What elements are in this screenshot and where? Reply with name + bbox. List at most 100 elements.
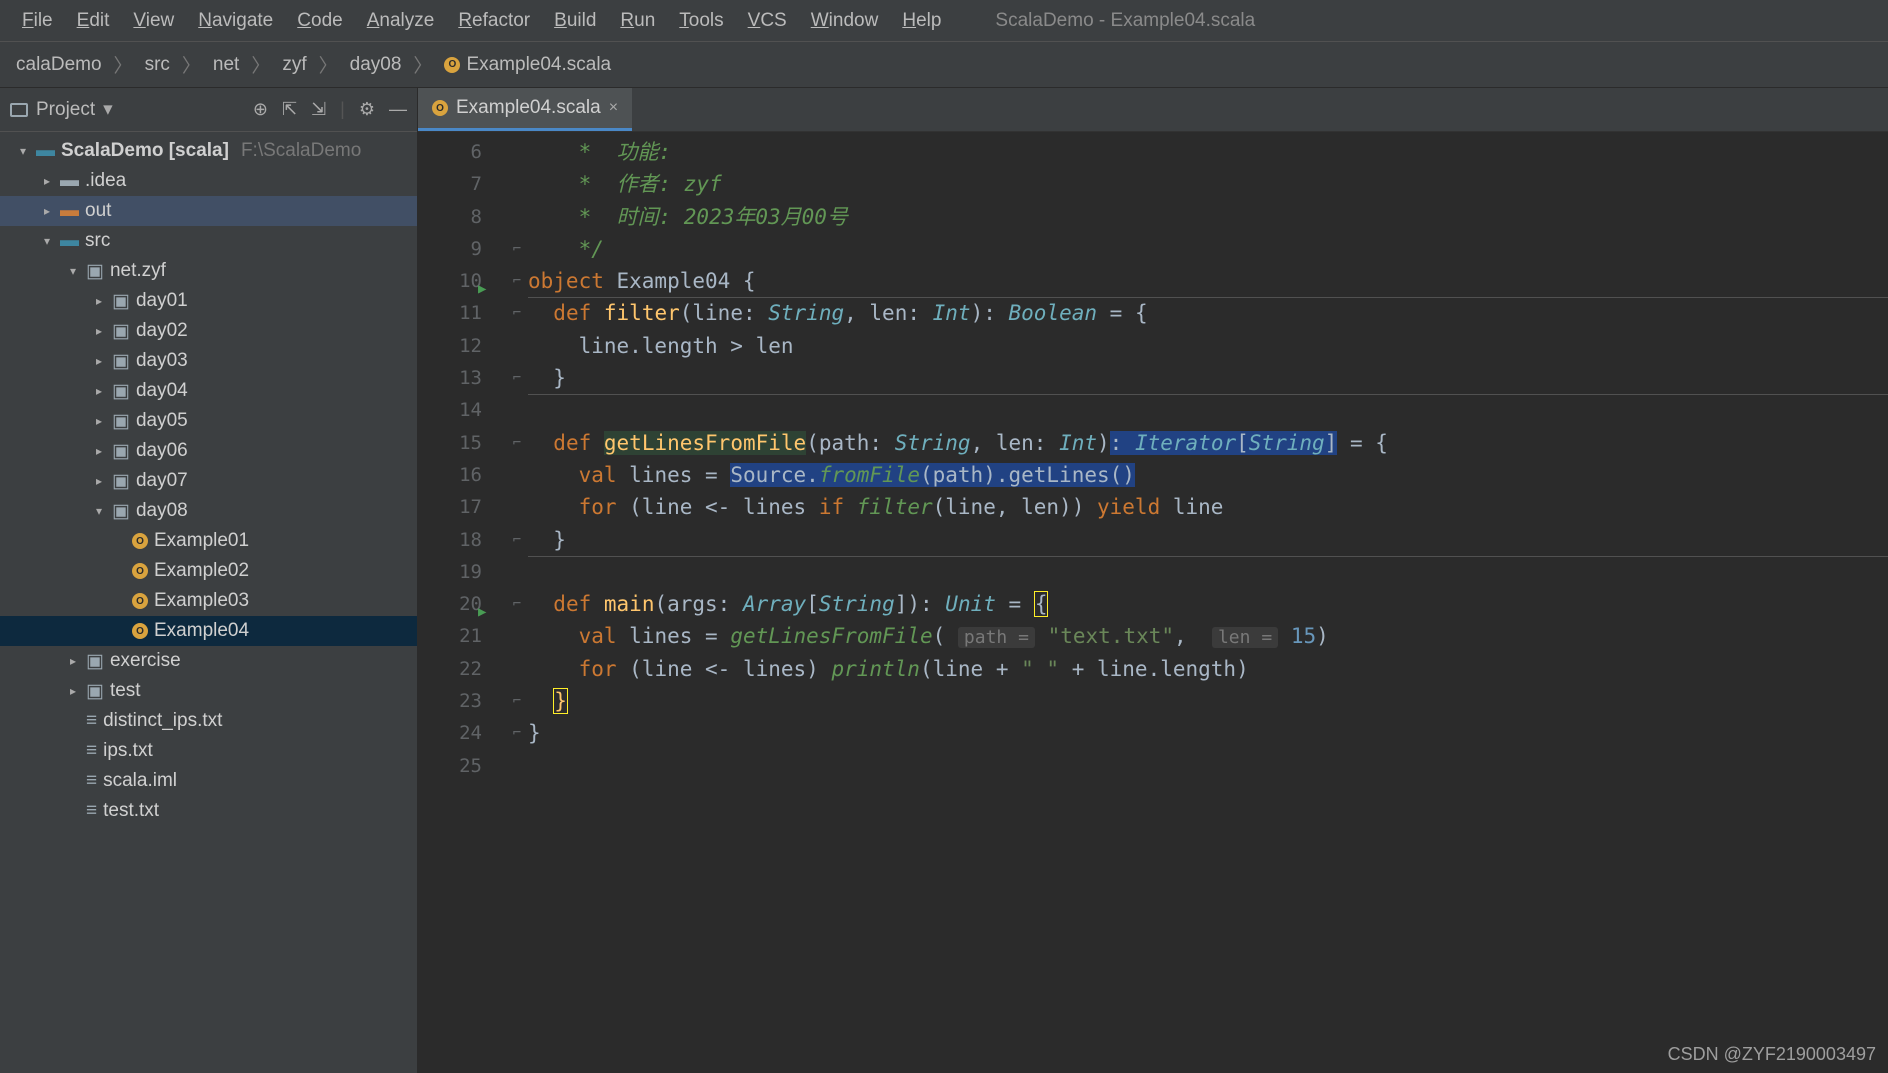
expand-all-icon[interactable]: ⇱	[282, 99, 297, 120]
chevron-right-icon[interactable]: ▸	[66, 684, 80, 698]
chevron-right-icon[interactable]: ▸	[40, 174, 54, 188]
package-icon: ▣	[112, 440, 130, 463]
menu-code[interactable]: Code	[287, 6, 352, 36]
crumb-day08[interactable]: day08	[344, 52, 408, 78]
tree-example04[interactable]: OExample04	[0, 616, 417, 646]
editor-tab[interactable]: O Example04.scala ×	[418, 88, 632, 131]
menu-vcs[interactable]: VCS	[738, 6, 797, 36]
fold-column[interactable]: ⌐⌐⌐⌐⌐⌐⌐⌐⌐	[508, 136, 526, 782]
tree-day02[interactable]: ▸▣day02	[0, 316, 417, 346]
chevron-right-icon[interactable]: ▸	[92, 384, 106, 398]
crumb-project[interactable]: calaDemo	[10, 52, 108, 78]
chevron-down-icon[interactable]: ▾	[66, 264, 80, 278]
tree-day05[interactable]: ▸▣day05	[0, 406, 417, 436]
menu-analyze[interactable]: Analyze	[357, 6, 445, 36]
code-line[interactable]: }	[528, 685, 1888, 717]
menu-view[interactable]: View	[123, 6, 184, 36]
chevron-right-icon[interactable]: ▸	[92, 324, 106, 338]
tree-day07[interactable]: ▸▣day07	[0, 466, 417, 496]
menu-refactor[interactable]: Refactor	[448, 6, 540, 36]
tree-pkg[interactable]: ▾ ▣ net.zyf	[0, 256, 417, 286]
chevron-right-icon[interactable]: ▸	[92, 444, 106, 458]
code-line[interactable]	[528, 556, 1888, 588]
tree-day01[interactable]: ▸▣day01	[0, 286, 417, 316]
module-icon: ▬	[36, 140, 55, 162]
menu-window[interactable]: Window	[801, 6, 889, 36]
code-line[interactable]	[528, 750, 1888, 782]
menu-help[interactable]: Help	[892, 6, 951, 36]
tree-example01[interactable]: OExample01	[0, 526, 417, 556]
menu-file[interactable]: File	[12, 6, 63, 36]
code-line[interactable]: */	[528, 233, 1888, 265]
sidebar-title[interactable]: Project	[36, 99, 95, 121]
crumb-net[interactable]: net	[207, 52, 245, 78]
menu-tools[interactable]: Tools	[669, 6, 733, 36]
watermark: CSDN @ZYF2190003497	[1668, 1044, 1876, 1065]
tree-example03[interactable]: OExample03	[0, 586, 417, 616]
chevron-right-icon[interactable]: ▸	[66, 654, 80, 668]
menu-navigate[interactable]: Navigate	[188, 6, 283, 36]
chevron-right-icon[interactable]: ▸	[40, 204, 54, 218]
chevron-down-icon[interactable]: ▾	[16, 144, 30, 158]
select-opened-file-icon[interactable]: ⊕	[253, 99, 268, 120]
code-line[interactable]: }	[528, 362, 1888, 394]
project-tree[interactable]: ▾ ▬ ScalaDemo [scala] F:\ScalaDemo ▸ ▬ .…	[0, 132, 417, 1073]
crumb-file[interactable]: OExample04.scala	[438, 52, 617, 78]
crumb-zyf[interactable]: zyf	[276, 52, 312, 78]
menu-build[interactable]: Build	[544, 6, 606, 36]
tree-root[interactable]: ▾ ▬ ScalaDemo [scala] F:\ScalaDemo	[0, 136, 417, 166]
chevron-right-icon[interactable]: ▸	[92, 414, 106, 428]
code-line[interactable]: val lines = getLinesFromFile( path = "te…	[528, 620, 1888, 652]
code-line[interactable]: * 功能:	[528, 136, 1888, 168]
tree-example02[interactable]: OExample02	[0, 556, 417, 586]
tree-day06[interactable]: ▸▣day06	[0, 436, 417, 466]
code-line[interactable]: * 时间: 2023年03月00号	[528, 201, 1888, 233]
tree-exercise[interactable]: ▸ ▣ exercise	[0, 646, 417, 676]
code-editor[interactable]: 678910▶11121314151617181920▶2122232425 ⌐…	[418, 132, 1888, 1073]
tree-day08[interactable]: ▾▣day08	[0, 496, 417, 526]
scala-object-icon: O	[432, 100, 448, 116]
code-line[interactable]	[528, 394, 1888, 426]
code-line[interactable]: def main(args: Array[String]): Unit = {	[528, 588, 1888, 620]
tree-test[interactable]: ▸ ▣ test	[0, 676, 417, 706]
code-line[interactable]: val lines = Source.fromFile(path).getLin…	[528, 459, 1888, 491]
tree-day04[interactable]: ▸▣day04	[0, 376, 417, 406]
code-body[interactable]: * 功能: * 作者: zyf * 时间: 2023年03月00号 */obje…	[528, 136, 1888, 782]
file-icon: ≡	[86, 770, 97, 792]
chevron-down-icon[interactable]: ▾	[92, 504, 106, 518]
folder-icon: ▬	[60, 200, 79, 222]
tree-file[interactable]: ≡scala.iml	[0, 766, 417, 796]
code-line[interactable]: def filter(line: String, len: Int): Bool…	[528, 297, 1888, 329]
tree-day03[interactable]: ▸▣day03	[0, 346, 417, 376]
tree-out[interactable]: ▸ ▬ out	[0, 196, 417, 226]
editor-tabbar: O Example04.scala ×	[418, 88, 1888, 132]
tree-file[interactable]: ≡ips.txt	[0, 736, 417, 766]
chevron-right-icon[interactable]: ▸	[92, 294, 106, 308]
code-line[interactable]: line.length > len	[528, 330, 1888, 362]
code-line[interactable]: object Example04 {	[528, 265, 1888, 297]
tree-file[interactable]: ≡test.txt	[0, 796, 417, 826]
chevron-right-icon[interactable]: ▸	[92, 474, 106, 488]
close-icon[interactable]: ×	[609, 99, 618, 117]
code-line[interactable]: }	[528, 717, 1888, 749]
hide-icon[interactable]: —	[389, 99, 407, 120]
scala-object-icon: O	[132, 533, 148, 549]
chevron-down-icon[interactable]: ▾	[40, 234, 54, 248]
scala-object-icon: O	[132, 593, 148, 609]
collapse-all-icon[interactable]: ⇲	[311, 99, 326, 120]
chevron-down-icon[interactable]: ▾	[103, 98, 113, 121]
code-line[interactable]: for (line <- lines) println(line + " " +…	[528, 653, 1888, 685]
tree-src[interactable]: ▾ ▬ src	[0, 226, 417, 256]
code-line[interactable]: }	[528, 524, 1888, 556]
code-line[interactable]: def getLinesFromFile(path: String, len: …	[528, 427, 1888, 459]
tree-idea[interactable]: ▸ ▬ .idea	[0, 166, 417, 196]
gear-icon[interactable]: ⚙	[359, 99, 375, 120]
code-line[interactable]: for (line <- lines if filter(line, len))…	[528, 491, 1888, 523]
menu-run[interactable]: Run	[610, 6, 665, 36]
crumb-src[interactable]: src	[139, 52, 176, 78]
code-line[interactable]: * 作者: zyf	[528, 168, 1888, 200]
package-icon: ▣	[112, 410, 130, 433]
tree-file[interactable]: ≡distinct_ips.txt	[0, 706, 417, 736]
menu-edit[interactable]: Edit	[67, 6, 120, 36]
chevron-right-icon[interactable]: ▸	[92, 354, 106, 368]
